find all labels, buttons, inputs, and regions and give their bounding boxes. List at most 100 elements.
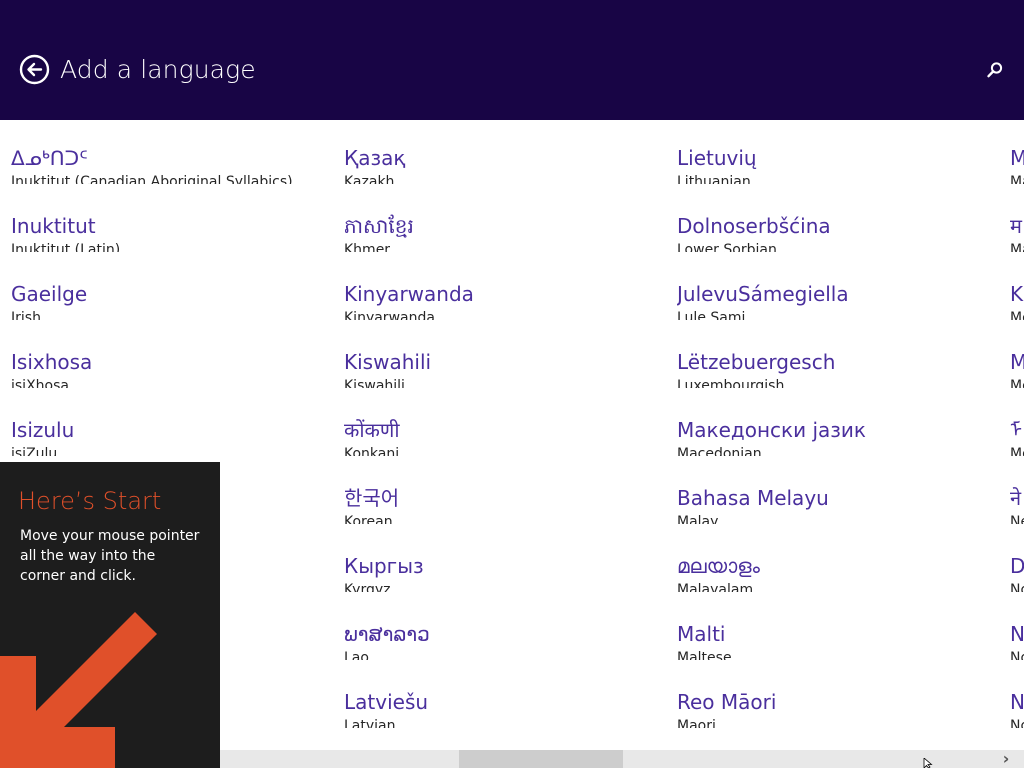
language-english-name: Malayalam <box>677 582 754 592</box>
language-tile-lithuanian[interactable]: Lietuvių Lithuanian <box>677 120 997 184</box>
language-tile-lao[interactable]: ພາສາລາວ Lao <box>344 596 664 660</box>
language-tile-inuktitut-syllabics[interactable]: ᐃᓄᒃᑎᑐᑦ Inuktitut (Canadian Aboriginal Sy… <box>11 120 331 184</box>
language-tile-partial[interactable]: ने Ne <box>1010 460 1024 524</box>
language-english-name: Lower Sorbian <box>677 242 777 252</box>
language-native-name: Gaeilge <box>11 282 88 306</box>
language-english-name: Kinyarwanda <box>344 310 435 320</box>
language-tile-partial[interactable]: N No <box>1010 596 1024 660</box>
language-native-name: ᐃᓄᒃᑎᑐᑦ <box>11 146 88 170</box>
language-english-name: No <box>1010 582 1024 592</box>
language-tile-partial[interactable]: M Ma <box>1010 120 1024 184</box>
language-tile-latvian[interactable]: Latviešu Latvian <box>344 664 664 728</box>
language-english-name: Luxembourgish <box>677 378 785 388</box>
language-native-name: Isixhosa <box>11 350 93 374</box>
language-tile-isizulu[interactable]: Isizulu isiZulu <box>11 392 331 456</box>
language-native-name: Македонски јазик <box>677 418 866 442</box>
language-tile-luxembourgish[interactable]: Lëtzebuergesch Luxembourgish <box>677 324 997 388</box>
language-english-name: Latvian <box>344 718 396 728</box>
language-english-name: Lithuanian <box>677 174 751 184</box>
language-english-name: Konkani <box>344 446 400 456</box>
language-english-name: Inuktitut (Canadian Aboriginal Syllabics… <box>11 174 293 184</box>
language-native-name: ᠮ <box>1010 418 1023 442</box>
back-arrow-circle-icon <box>19 54 50 85</box>
language-tile-partial[interactable]: N No <box>1010 664 1024 728</box>
language-tile-maori[interactable]: Reo Māori Maori <box>677 664 997 728</box>
language-native-name: Kinyarwanda <box>344 282 474 306</box>
language-tile-partial[interactable]: D No <box>1010 528 1024 592</box>
scroll-right-button[interactable]: › <box>992 750 1020 768</box>
language-english-name: No <box>1010 650 1024 660</box>
language-tile-kazakh[interactable]: Қазақ Kazakh <box>344 120 664 184</box>
search-button[interactable] <box>985 60 1005 80</box>
language-tile-irish[interactable]: Gaeilge Irish <box>11 256 331 320</box>
language-tile-partial[interactable]: म Ma <box>1010 188 1024 252</box>
language-english-name: isiZulu <box>11 446 58 456</box>
page-title: Add a language <box>60 55 256 84</box>
language-english-name: Malay <box>677 514 719 524</box>
language-native-name: Lëtzebuergesch <box>677 350 836 374</box>
language-native-name: Қазақ <box>344 146 406 170</box>
horizontal-scrollbar[interactable]: › <box>220 750 1024 768</box>
language-english-name: Lule Sami <box>677 310 746 320</box>
language-tile-malayalam[interactable]: മലയാളം Malayalam <box>677 528 997 592</box>
language-english-name: Ma <box>1010 242 1024 252</box>
language-native-name: K <box>1010 282 1024 306</box>
language-tile-kyrgyz[interactable]: Кыргыз Kyrgyz <box>344 528 664 592</box>
language-tile-partial[interactable]: ᠮ Mo <box>1010 392 1024 456</box>
language-tile-inuktitut-latin[interactable]: Inuktitut Inuktitut (Latin) <box>11 188 331 252</box>
language-native-name: M <box>1010 146 1024 170</box>
language-english-name: Mo <box>1010 310 1024 320</box>
language-native-name: Lietuvių <box>677 146 757 170</box>
language-english-name: Kiswahili <box>344 378 405 388</box>
language-english-name: Mo <box>1010 378 1024 388</box>
scrollbar-thumb[interactable] <box>459 750 623 768</box>
language-native-name: JulevuSámegiella <box>677 282 849 306</box>
start-tip-body: Move your mouse pointer all the way into… <box>20 528 200 584</box>
language-english-name: Kyrgyz <box>344 582 391 592</box>
language-english-name: Inuktitut (Latin) <box>11 242 121 252</box>
language-english-name: isiXhosa <box>11 378 69 388</box>
language-native-name: N <box>1010 622 1024 646</box>
language-native-name: N <box>1010 690 1024 714</box>
language-tile-lower-sorbian[interactable]: Dolnoserbšćina Lower Sorbian <box>677 188 997 252</box>
language-native-name: Latviešu <box>344 690 429 714</box>
language-tile-isixhosa[interactable]: Isixhosa isiXhosa <box>11 324 331 388</box>
language-tile-korean[interactable]: 한국어 Korean <box>344 460 664 524</box>
language-tile-malay[interactable]: Bahasa Melayu Malay <box>677 460 997 524</box>
language-tile-macedonian[interactable]: Македонски јазик Macedonian <box>677 392 997 456</box>
language-native-name: Malti <box>677 622 726 646</box>
language-english-name: Korean <box>344 514 393 524</box>
language-tile-lule-sami[interactable]: JulevuSámegiella Lule Sami <box>677 256 997 320</box>
language-native-name: 한국어 <box>344 486 400 510</box>
corner-arrow-icon <box>0 612 157 768</box>
language-native-name: Kiswahili <box>344 350 432 374</box>
language-tile-kinyarwanda[interactable]: Kinyarwanda Kinyarwanda <box>344 256 664 320</box>
language-native-name: Isizulu <box>11 418 75 442</box>
language-native-name: ភាសាខ្មែរ <box>344 214 414 238</box>
language-tile-partial[interactable]: K Mo <box>1010 256 1024 320</box>
language-tile-konkani[interactable]: कोंकणी Konkani <box>344 392 664 456</box>
language-english-name: Irish <box>11 310 41 320</box>
start-tip-overlay[interactable]: Here’s Start Move your mouse pointer all… <box>0 462 220 768</box>
language-native-name: ພາສາລາວ <box>344 622 430 646</box>
back-button[interactable] <box>19 54 50 85</box>
language-native-name: M <box>1010 350 1024 374</box>
language-english-name: Mo <box>1010 446 1024 456</box>
language-native-name: म <box>1010 214 1022 238</box>
language-native-name: മലയാളം <box>677 554 760 578</box>
language-english-name: Lao <box>344 650 369 660</box>
language-tile-partial[interactable]: M Mo <box>1010 324 1024 388</box>
app-header: Add a language <box>0 0 1024 120</box>
language-english-name: Ne <box>1010 514 1024 524</box>
language-english-name: Macedonian <box>677 446 762 456</box>
language-tile-khmer[interactable]: ភាសាខ្មែរ Khmer <box>344 188 664 252</box>
language-english-name: Kazakh <box>344 174 395 184</box>
language-native-name: Кыргыз <box>344 554 424 578</box>
language-english-name: Khmer <box>344 242 391 252</box>
language-native-name: कोंकणी <box>344 418 400 442</box>
language-native-name: Bahasa Melayu <box>677 486 829 510</box>
language-tile-maltese[interactable]: Malti Maltese <box>677 596 997 660</box>
language-tile-kiswahili[interactable]: Kiswahili Kiswahili <box>344 324 664 388</box>
language-english-name: Ma <box>1010 174 1024 184</box>
search-icon <box>987 62 1003 78</box>
